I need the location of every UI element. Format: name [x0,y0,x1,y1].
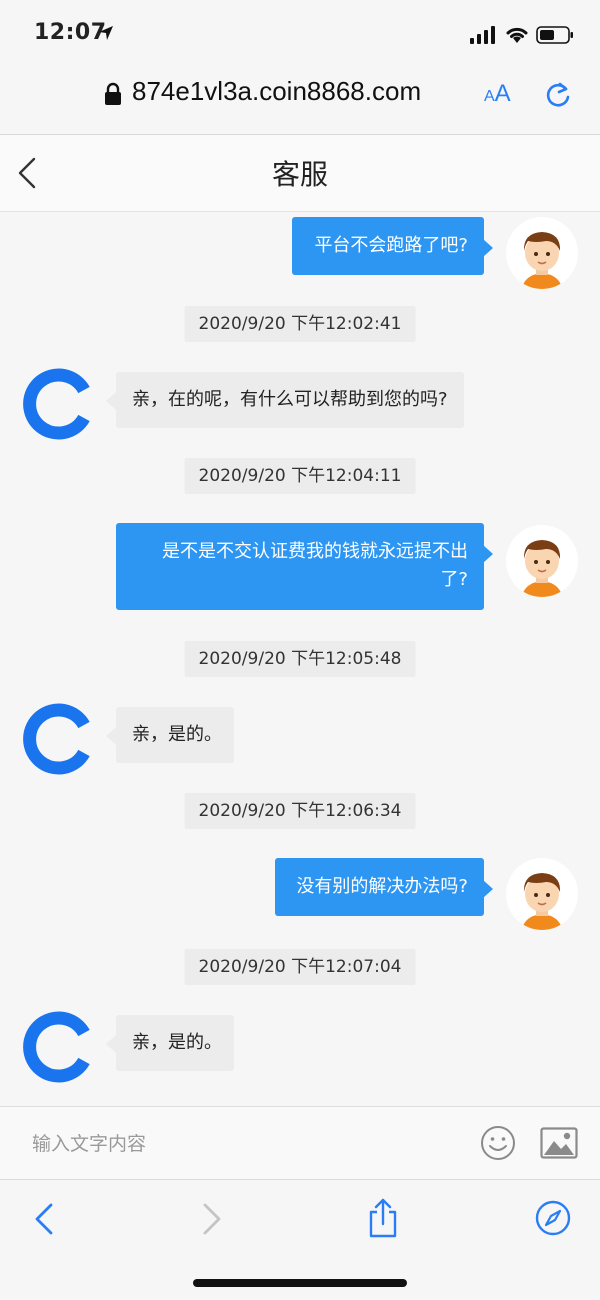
message-list[interactable]: 平台不会跑路了吧? 2020/9/20 下午12:02:41 亲，在的呢，有什么… [0,212,600,1105]
browser-forward-icon[interactable] [200,1202,224,1236]
wifi-icon [506,27,528,43]
user-message-bubble: 平台不会跑路了吧? [292,217,493,275]
message-text: 平台不会跑路了吧? [314,235,468,256]
location-arrow-icon [99,26,113,40]
message-text-line-2: 了? [440,569,468,590]
share-icon[interactable] [366,1198,400,1238]
cellular-signal-icon [470,26,495,44]
user-avatar [506,217,578,289]
text-size-button[interactable]: AA [484,80,518,110]
user-message-bubble: 是不是不交认证费我的钱就永远提不出 了? [116,523,493,610]
text-size-large-label: A [494,80,511,107]
message-text-line-1: 是不是不交认证费我的钱就永远提不出 [162,541,468,562]
chat-title: 客服 [271,158,328,191]
message-text: 亲，是的。 [132,1032,222,1053]
message-timestamp: 2020/9/20 下午12:07:04 [184,949,416,985]
user-avatar [506,858,578,930]
image-upload-icon[interactable] [540,1127,578,1159]
chat-header: 客服 [0,135,600,212]
message-text: 亲，在的呢，有什么可以帮助到您的吗? [132,389,448,410]
agent-message-bubble: 亲，是的。 [106,1015,234,1071]
emoji-icon[interactable] [480,1125,516,1161]
agent-message-bubble: 亲，在的呢，有什么可以帮助到您的吗? [106,372,464,428]
message-timestamp: 2020/9/20 下午12:05:48 [184,641,416,677]
agent-avatar [23,703,94,775]
agent-message-bubble: 亲，是的。 [106,707,234,763]
reload-icon[interactable] [544,80,574,110]
user-avatar [506,525,578,597]
address-bar[interactable]: 874e1vl3a.coin8868.com AA [0,64,600,135]
message-input[interactable] [30,1125,454,1163]
battery-icon [536,26,573,44]
browser-back-icon[interactable] [32,1202,56,1236]
message-text: 亲，是的。 [132,724,222,745]
url-text[interactable]: 874e1vl3a.coin8868.com [132,76,421,107]
lock-icon [105,82,121,105]
agent-avatar [23,1011,94,1083]
agent-avatar [23,368,94,440]
status-time: 12:07 [34,20,107,45]
message-input-bar [0,1106,600,1179]
message-timestamp: 2020/9/20 下午12:04:11 [184,458,416,494]
user-message-bubble: 没有别的解决办法吗? [275,858,493,916]
message-timestamp: 2020/9/20 下午12:06:34 [184,793,416,829]
browser-toolbar [0,1179,600,1300]
message-text: 没有别的解决办法吗? [296,876,468,897]
text-size-small-label: A [484,88,495,105]
home-indicator [193,1279,407,1287]
message-timestamp: 2020/9/20 下午12:02:41 [184,306,416,342]
status-bar: 12:07 [0,0,600,64]
compass-icon[interactable] [535,1200,571,1236]
